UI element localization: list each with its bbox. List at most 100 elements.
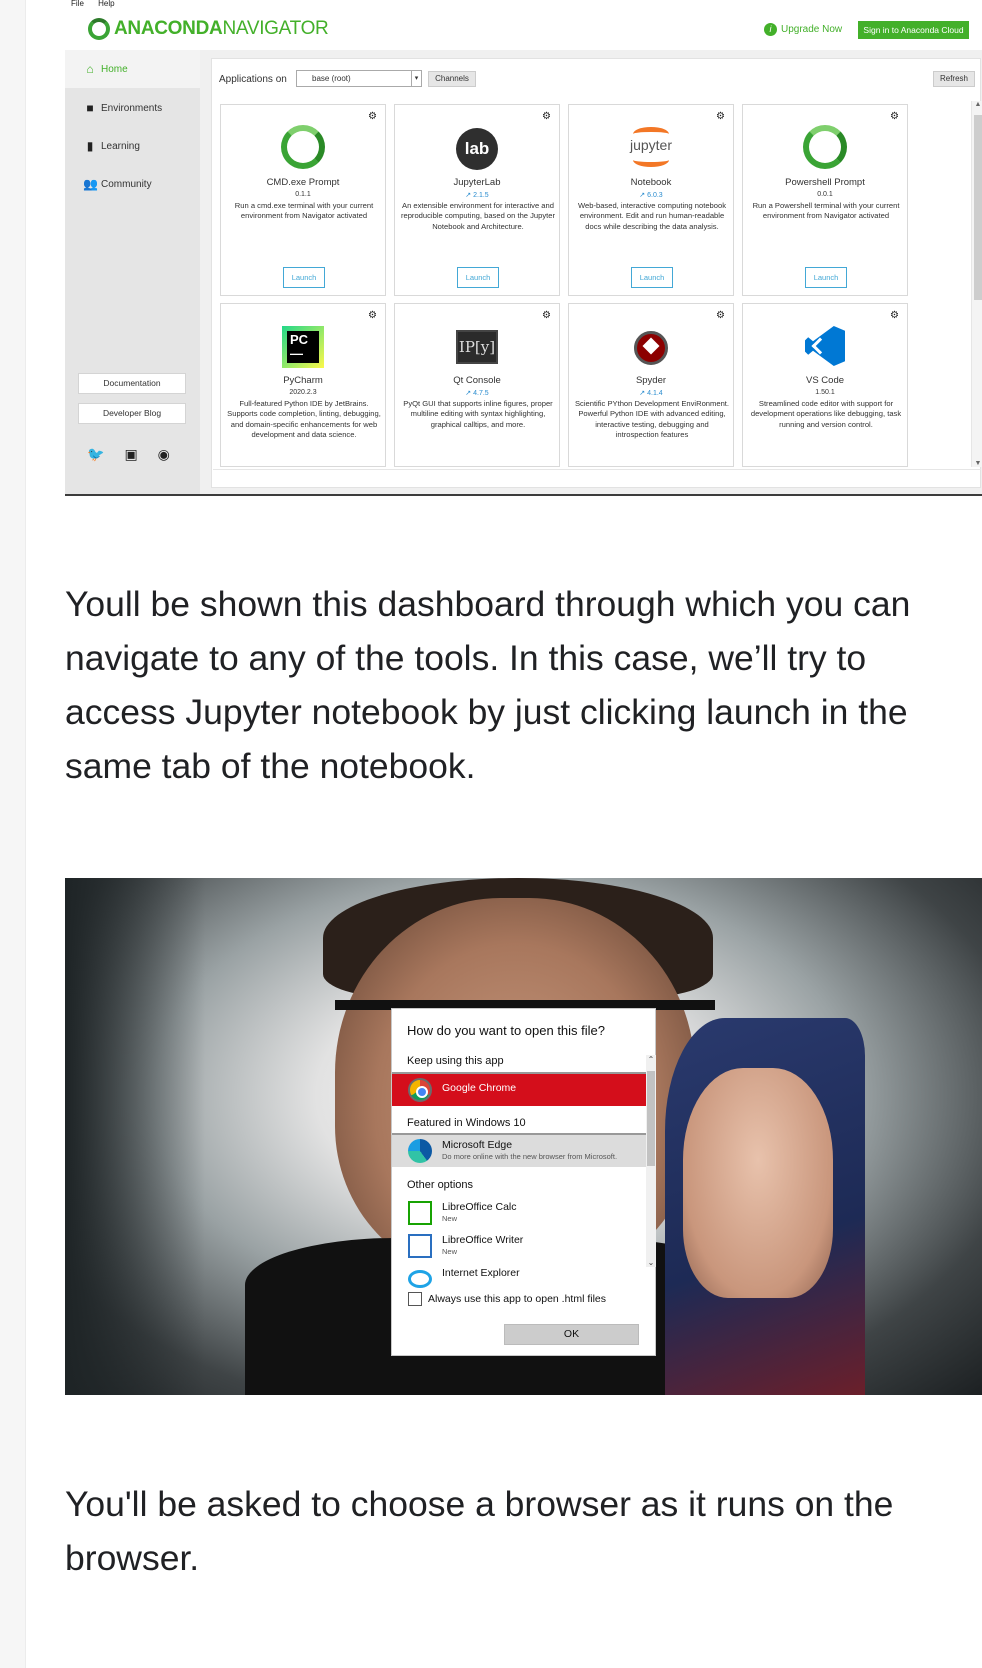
brand-bold: ANACONDA [114,18,223,39]
launch-button[interactable]: Launch [805,267,847,288]
chevron-down-icon: ▾ [411,71,421,86]
gear-icon[interactable]: ⚙ [542,111,551,122]
brand-light: NAVIGATOR [222,18,329,39]
launch-button[interactable]: Launch [283,267,325,288]
app-card-jupyterlab: ⚙ lab JupyterLab ↗ 2.1.5 An extensible e… [394,104,560,296]
environment-value: base (root) [312,74,351,83]
sign-in-button[interactable]: Sign in to Anaconda Cloud [858,21,969,39]
chevron-up-icon[interactable]: ⌃ [646,1055,656,1064]
paragraph-line: You'll be asked to choose a browser as i… [65,1484,894,1524]
scroll-thumb[interactable] [974,115,982,300]
sidebar-item-community[interactable]: 👥 Community [83,177,152,191]
app-name: Qt Console [453,375,501,386]
paragraph-line: Youll be shown this dashboard through wh… [65,584,911,624]
channels-button[interactable]: Channels [428,71,476,87]
horizontal-scroll-area [213,469,981,487]
app-name: PyCharm [283,375,323,386]
app-description: Run a cmd.exe terminal with your current… [234,201,374,221]
sidebar-item-label: Home [101,63,128,75]
gear-icon[interactable]: ⚙ [368,310,377,321]
open-with-dialog: How do you want to open this file? Keep … [391,1008,656,1356]
app-name: CMD.exe Prompt [266,177,340,188]
app-card-pycharm: ⚙ PC — PyCharm 2020.2.3 Full-featured Pyt… [220,303,386,467]
paragraph-line: navigate to any of the tools. In this ca… [65,638,867,678]
documentation-button[interactable]: Documentation [78,373,186,394]
always-use-checkbox[interactable] [408,1292,422,1306]
upgrade-label: Upgrade Now [781,24,843,35]
sidebar-item-home[interactable]: ⌂ Home [83,62,128,76]
home-icon: ⌂ [86,62,94,76]
social-links: 🐦 ▣ ◉ [87,446,170,463]
applications-pane: Applications on base (root) ▾ Channels R… [211,58,982,488]
powershell-prompt-logo-icon [803,125,847,169]
keep-using-label: Keep using this app [407,1055,504,1067]
menu-bar: File Help [71,0,127,8]
youtube-icon[interactable]: ▣ [124,446,137,463]
article-photo: How do you want to open this file? Keep … [65,878,982,1395]
app-option-name: Internet Explorer [442,1267,520,1279]
menu-help[interactable]: Help [98,0,114,8]
gear-icon[interactable]: ⚙ [368,111,377,122]
menu-file[interactable]: File [71,0,84,8]
gear-icon[interactable]: ⚙ [890,310,899,321]
scroll-down-icon[interactable]: ▼ [972,460,982,467]
refresh-button[interactable]: Refresh [933,71,975,87]
launch-button[interactable]: Launch [631,267,673,288]
app-option-libreoffice-writer[interactable]: LibreOffice Writer New [392,1230,646,1262]
app-option-internet-explorer[interactable]: Internet Explorer [392,1261,646,1288]
app-description: Web-based, interactive computing noteboo… [577,201,727,231]
sidebar-item-label: Learning [101,140,140,152]
libreoffice-calc-icon [408,1201,432,1225]
ok-button[interactable]: OK [504,1324,639,1345]
app-option-edge[interactable]: Microsoft Edge Do more online with the n… [392,1135,646,1167]
pycharm-logo-icon: PC — [282,326,324,368]
gear-icon[interactable]: ⚙ [890,111,899,122]
cmd-prompt-logo-icon [281,125,325,169]
anaconda-ring-icon [88,18,110,40]
paragraph-line: browser. [65,1538,200,1578]
app-option-name: LibreOffice Writer [442,1234,524,1246]
app-option-chrome[interactable]: Google Chrome [392,1074,646,1106]
app-card-cmd: ⚙ CMD.exe Prompt 0.1.1 Run a cmd.exe ter… [220,104,386,296]
gear-icon[interactable]: ⚙ [716,310,725,321]
scroll-thumb[interactable] [647,1071,655,1166]
app-name: Spyder [635,375,667,386]
environment-select[interactable]: base (root) ▾ [296,70,422,87]
app-option-libreoffice-calc[interactable]: LibreOffice Calc New [392,1197,646,1229]
github-icon[interactable]: ◉ [158,446,170,463]
sidebar: ⌂ Home ■ Environments ▮ Learning 👥 Commu… [65,50,200,494]
chevron-down-icon[interactable]: ⌄ [646,1258,656,1267]
app-name: Powershell Prompt [785,177,865,188]
anaconda-navigator-screenshot: File Help ANACONDANAVIGATOR i Upgrade No… [65,0,982,496]
app-description: Streamlined code editor with support for… [750,399,902,429]
paragraph-line: same tab of the notebook. [65,746,476,786]
gear-icon[interactable]: ⚙ [542,310,551,321]
developer-blog-button[interactable]: Developer Blog [78,403,186,424]
info-icon: i [764,23,777,36]
app-description: An extensible environment for interactiv… [400,201,556,231]
app-version: 0.1.1 [295,191,311,198]
dialog-scrollbar[interactable]: ⌃ ⌄ [646,1055,656,1267]
app-option-subtitle: New [442,1214,458,1223]
gear-icon[interactable]: ⚙ [716,111,725,122]
launch-button[interactable]: Launch [457,267,499,288]
main-panel: Applications on base (root) ▾ Channels R… [200,50,982,494]
app-card-spyder: ⚙ Spyder ↗ 4.1.4 Scientific PYthon Devel… [568,303,734,467]
sidebar-item-environments[interactable]: ■ Environments [83,101,162,115]
app-version: 0.0.1 [817,191,833,198]
always-use-label: Always use this app to open .html files [428,1293,607,1305]
twitter-icon[interactable]: 🐦 [87,446,104,463]
app-card-powershell: ⚙ Powershell Prompt 0.0.1 Run a Powershe… [742,104,908,296]
upgrade-now-link[interactable]: i Upgrade Now [764,23,842,36]
scroll-up-icon[interactable]: ▲ [972,101,982,108]
app-option-name: LibreOffice Calc [442,1201,517,1213]
photo-hand [683,1068,833,1298]
app-option-name: Microsoft Edge [442,1139,513,1151]
app-version: ↗ 2.1.5 [465,192,489,199]
app-name: VS Code [805,375,845,386]
sidebar-item-learning[interactable]: ▮ Learning [83,139,140,153]
edge-icon [408,1139,432,1163]
apps-scrollbar[interactable]: ▲ ▼ [971,101,982,467]
cube-icon: ■ [86,101,94,115]
app-version: ↗ 4.7.5 [465,390,489,397]
